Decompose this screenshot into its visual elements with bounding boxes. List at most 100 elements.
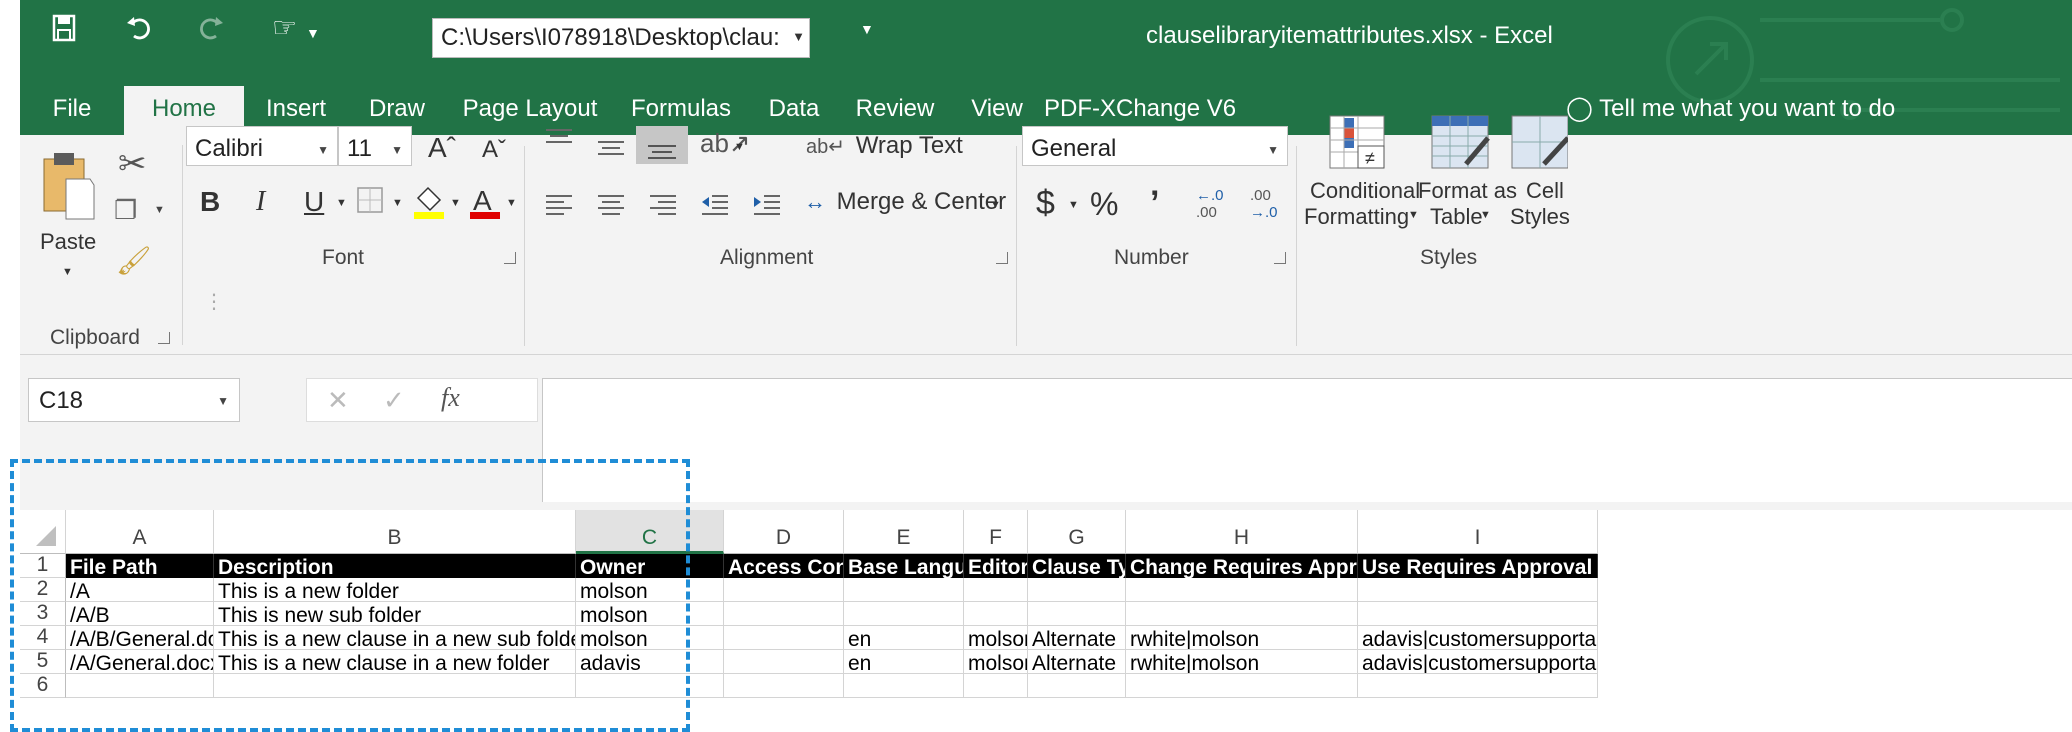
borders-icon[interactable]: [356, 186, 384, 219]
merge-center-button[interactable]: ↔ Merge & Center: [804, 190, 1006, 214]
save-icon[interactable]: [52, 14, 76, 48]
cell-g2[interactable]: [1028, 578, 1126, 602]
increase-decimal-icon[interactable]: ←.0.00: [1196, 187, 1224, 221]
cell-g3[interactable]: [1028, 602, 1126, 626]
header-cell-base-language[interactable]: Base Language: [844, 554, 964, 578]
decrease-decimal-icon[interactable]: .00 →.0: [1250, 187, 1278, 221]
cell-d3[interactable]: [724, 602, 844, 626]
cell-i5[interactable]: adavis|customersupportadmin: [1358, 650, 1598, 674]
cell-d2[interactable]: [724, 578, 844, 602]
cell-e5[interactable]: en: [844, 650, 964, 674]
insert-function-button[interactable]: fx: [441, 385, 460, 411]
cell-e3[interactable]: [844, 602, 964, 626]
cell-f2[interactable]: [964, 578, 1028, 602]
column-header-h[interactable]: H: [1126, 510, 1358, 554]
header-cell-editors[interactable]: Editors: [964, 554, 1028, 578]
font-color-icon[interactable]: A: [468, 184, 502, 225]
cell-f5[interactable]: molson: [964, 650, 1028, 674]
cut-icon[interactable]: ✂: [118, 147, 147, 181]
fill-color-icon[interactable]: [412, 184, 446, 225]
tab-file[interactable]: File: [20, 86, 124, 135]
cell-f3[interactable]: [964, 602, 1028, 626]
header-cell-use-approval[interactable]: Use Requires Approval By: [1358, 554, 1598, 578]
font-name-dropdown[interactable]: Calibri ▼: [186, 126, 338, 166]
currency-dropdown-icon[interactable]: ▼: [1068, 200, 1079, 211]
currency-button[interactable]: $: [1036, 186, 1055, 220]
copy-icon[interactable]: ❐: [114, 197, 137, 223]
align-left-icon[interactable]: [544, 192, 574, 221]
cell-styles-button[interactable]: Cell Styles: [1510, 114, 1572, 234]
fill-color-dropdown-icon[interactable]: ▼: [450, 198, 461, 209]
underline-button[interactable]: U: [304, 188, 324, 216]
column-header-e[interactable]: E: [844, 510, 964, 554]
header-cell-access-control[interactable]: Access Control: [724, 554, 844, 578]
header-cell-clause-type[interactable]: Clause Type: [1028, 554, 1126, 578]
cell-f4[interactable]: molson: [964, 626, 1028, 650]
cell-h2[interactable]: [1126, 578, 1358, 602]
cell-h4[interactable]: rwhite|molson: [1126, 626, 1358, 650]
borders-dropdown-icon[interactable]: ▼: [392, 198, 403, 209]
cancel-entry-icon[interactable]: ✕: [327, 387, 349, 413]
cell-f6[interactable]: [964, 674, 1028, 698]
cell-h6[interactable]: [1126, 674, 1358, 698]
cell-d5[interactable]: [724, 650, 844, 674]
number-launcher-icon[interactable]: [1274, 252, 1286, 264]
column-header-d[interactable]: D: [724, 510, 844, 554]
cell-g5[interactable]: Alternate: [1028, 650, 1126, 674]
format-as-table-button[interactable]: Format as Table ▼: [1418, 114, 1517, 234]
decrease-font-size-icon[interactable]: Aˇ: [482, 138, 506, 162]
orientation-dropdown-icon[interactable]: ▼: [734, 142, 745, 153]
cell-g4[interactable]: Alternate: [1028, 626, 1126, 650]
decrease-indent-icon[interactable]: [700, 192, 730, 221]
merge-center-dropdown-icon[interactable]: ▼: [990, 200, 1001, 211]
underline-dropdown-icon[interactable]: ▼: [336, 198, 347, 209]
cell-e6[interactable]: [844, 674, 964, 698]
bold-button[interactable]: B: [200, 188, 220, 216]
name-box[interactable]: C18 ▼: [28, 378, 240, 422]
cell-h3[interactable]: [1126, 602, 1358, 626]
font-size-dropdown[interactable]: 11 ▼: [338, 126, 412, 166]
cell-g6[interactable]: [1028, 674, 1126, 698]
font-color-dropdown-icon[interactable]: ▼: [506, 198, 517, 209]
increase-font-size-icon[interactable]: Aˆ: [428, 134, 456, 162]
format-painter-icon[interactable]: 🖌: [116, 247, 152, 275]
cell-e2[interactable]: [844, 578, 964, 602]
touch-mode-dropdown-icon[interactable]: ▼: [306, 26, 320, 40]
header-cell-change-approval[interactable]: Change Requires Approval By: [1126, 554, 1358, 578]
bottom-align-icon[interactable]: [636, 126, 688, 164]
formula-input[interactable]: [542, 378, 2072, 502]
column-header-f[interactable]: F: [964, 510, 1028, 554]
tab-review[interactable]: Review: [840, 86, 950, 135]
conditional-formatting-button[interactable]: ≠ Conditional Formatting ▼: [1304, 114, 1420, 234]
cell-i6[interactable]: [1358, 674, 1598, 698]
paste-dropdown-icon[interactable]: ▼: [62, 267, 73, 278]
cell-h5[interactable]: rwhite|molson: [1126, 650, 1358, 674]
increase-indent-icon[interactable]: [752, 192, 782, 221]
redo-icon[interactable]: [198, 14, 224, 46]
undo-icon[interactable]: [126, 14, 152, 46]
touch-mode-icon[interactable]: ☞: [272, 14, 297, 42]
number-format-dropdown[interactable]: General ▼: [1022, 126, 1288, 166]
align-center-icon[interactable]: [596, 192, 626, 221]
customize-qat-icon[interactable]: ▼: [860, 22, 874, 36]
document-location-box[interactable]: C:\Users\I078918\Desktop\clau: ▼: [432, 18, 810, 58]
paste-button[interactable]: Paste ▼: [40, 149, 100, 309]
clipboard-launcher-icon[interactable]: [158, 332, 170, 344]
percent-button[interactable]: %: [1090, 188, 1118, 220]
tell-me-search[interactable]: ◯ Tell me what you want to do: [1566, 86, 1946, 135]
column-header-i[interactable]: I: [1358, 510, 1598, 554]
cell-i4[interactable]: adavis|customersupportadmin: [1358, 626, 1598, 650]
align-right-icon[interactable]: [648, 192, 678, 221]
font-launcher-icon[interactable]: [504, 252, 516, 264]
middle-align-icon[interactable]: [596, 136, 626, 165]
comma-style-button[interactable]: ’: [1150, 186, 1159, 220]
cell-i3[interactable]: [1358, 602, 1598, 626]
wrap-text-button[interactable]: ab↵ Wrap Text: [806, 134, 963, 158]
cell-d4[interactable]: [724, 626, 844, 650]
italic-button[interactable]: I: [256, 188, 265, 216]
cell-e4[interactable]: en: [844, 626, 964, 650]
column-header-g[interactable]: G: [1028, 510, 1126, 554]
confirm-entry-icon[interactable]: ✓: [383, 387, 405, 413]
tab-page-layout[interactable]: Page Layout: [446, 86, 614, 135]
chevron-down-icon[interactable]: ▼: [217, 394, 229, 408]
